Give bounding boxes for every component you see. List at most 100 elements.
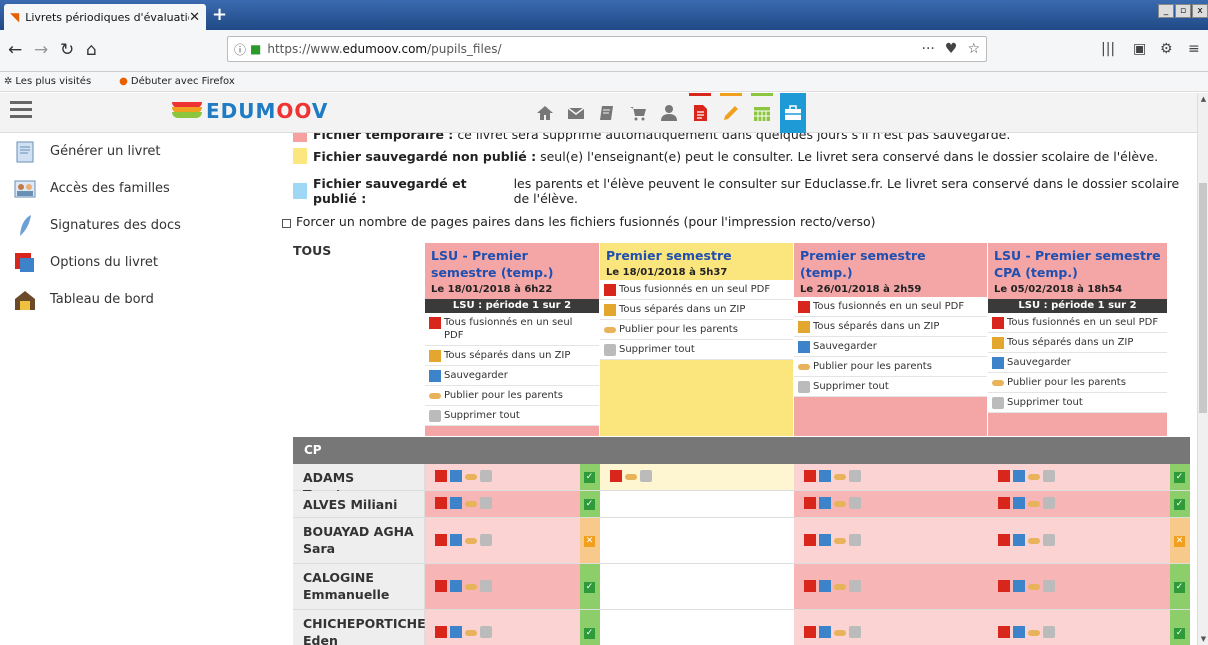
pdf-icon[interactable] [804,533,816,546]
column-title[interactable]: LSU - Premier semestre CPA (temp.) [994,247,1161,281]
publish-icon[interactable] [834,537,846,544]
publish-icon[interactable] [1028,583,1040,590]
nav-cart[interactable] [625,93,651,133]
library-icon[interactable]: ||| [1101,41,1115,57]
delete-icon[interactable] [849,470,861,482]
column-action[interactable]: Tous séparés dans un ZIP [988,333,1167,353]
save-icon[interactable] [450,625,462,638]
nav-mail[interactable] [563,93,589,133]
pdf-icon[interactable] [610,470,622,482]
save-icon[interactable] [1013,533,1025,546]
save-icon[interactable] [819,625,831,638]
delete-icon[interactable] [849,533,861,546]
status-ok-icon[interactable]: ✓ [1174,581,1185,593]
bookmark-most-visited[interactable]: ✲ Les plus visités [4,76,105,87]
delete-icon[interactable] [480,625,492,638]
status-ko-icon[interactable]: ✕ [1174,535,1185,547]
force-even-pages-checkbox[interactable] [282,218,291,228]
status-ok-icon[interactable]: ✓ [584,499,595,510]
status-ok-icon[interactable]: ✓ [1174,627,1185,639]
hamburger-menu-icon[interactable] [10,101,32,119]
publish-icon[interactable] [1028,501,1040,507]
pdf-icon[interactable] [804,470,816,482]
save-icon[interactable] [450,470,462,482]
menu-icon[interactable]: ≡ [1188,41,1200,57]
nav-home[interactable] [532,93,558,133]
pdf-icon[interactable] [435,533,447,546]
column-action[interactable]: Tous fusionnés en un seul PDF [600,280,793,300]
pdf-icon[interactable] [998,533,1010,546]
reload-icon[interactable]: ↻ [60,40,74,60]
sidebar-item-options[interactable]: Options du livret [0,244,270,281]
url-text[interactable]: https://www.edumoov.com/pupils_files/ [267,42,911,56]
save-icon[interactable] [450,533,462,546]
delete-icon[interactable] [480,470,492,482]
status-ko-icon[interactable]: ✕ [584,535,595,547]
tab-close-icon[interactable]: ✕ [189,10,200,25]
minimize-icon[interactable]: _ [1158,4,1174,18]
delete-icon[interactable] [1043,497,1055,509]
column-action[interactable]: Sauvegarder [425,366,599,386]
publish-icon[interactable] [1028,537,1040,544]
student-name[interactable]: ALVES Miliani [293,491,425,517]
save-icon[interactable] [819,579,831,592]
status-ok-icon[interactable]: ✓ [584,472,595,483]
save-icon[interactable] [819,497,831,509]
bookmark-getting-started[interactable]: ● Débuter avec Firefox [119,76,249,87]
url-bar[interactable]: ⓘ ■ https://www.edumoov.com/pupils_files… [227,36,987,62]
page-actions-icon[interactable]: ··· [922,41,935,57]
column-title[interactable]: LSU - Premier semestre (temp.) [431,247,593,281]
column-action[interactable]: Publier pour les parents [600,320,793,340]
column-action[interactable]: Tous fusionnés en un seul PDF [425,313,599,346]
nav-pencil[interactable] [718,93,744,133]
column-action[interactable]: Sauvegarder [988,353,1167,373]
publish-icon[interactable] [834,501,846,507]
delete-icon[interactable] [1043,625,1055,638]
save-icon[interactable] [819,533,831,546]
pdf-icon[interactable] [804,497,816,509]
save-icon[interactable] [1013,497,1025,509]
delete-icon[interactable] [480,579,492,592]
info-icon[interactable]: ⓘ [234,41,246,58]
sidebar-item-dashboard[interactable]: Tableau de bord [0,281,270,318]
student-name[interactable]: CHICHEPORTICHE Eden [293,610,426,645]
nav-notebook[interactable] [594,93,620,133]
column-title[interactable]: Premier semestre (temp.) [800,247,981,281]
sidebar-toggle-icon[interactable]: ▣ [1133,41,1146,57]
home-browser-icon[interactable]: ⌂ [86,40,97,60]
column-action[interactable]: Sauvegarder [794,337,987,357]
close-window-icon[interactable]: x [1192,4,1208,18]
column-action[interactable]: Tous séparés dans un ZIP [425,346,599,366]
column-action[interactable]: Tous fusionnés en un seul PDF [794,297,987,317]
pdf-icon[interactable] [435,625,447,638]
nav-briefcase[interactable] [780,93,806,133]
status-ok-icon[interactable]: ✓ [1174,472,1185,483]
column-action[interactable]: Supprimer tout [794,377,987,397]
save-icon[interactable] [1013,470,1025,482]
publish-icon[interactable] [465,501,477,507]
browser-tab[interactable]: ◥ Livrets périodiques d'évaluations : ✕ [4,4,206,30]
pdf-icon[interactable] [998,625,1010,638]
scroll-down-icon[interactable]: ▼ [1198,635,1208,643]
column-action[interactable]: Supprimer tout [600,340,793,360]
delete-icon[interactable] [849,497,861,509]
nav-calendar[interactable] [749,93,775,133]
edumoov-logo[interactable]: EDUMOOV [172,99,328,123]
status-ok-icon[interactable]: ✓ [1174,499,1185,510]
publish-icon[interactable] [465,629,477,636]
pdf-icon[interactable] [435,579,447,592]
pdf-icon[interactable] [998,579,1010,592]
delete-icon[interactable] [480,533,492,546]
scrollbar[interactable]: ▲ ▼ [1197,93,1208,645]
pdf-icon[interactable] [998,470,1010,482]
student-name[interactable]: CALOGINE Emmanuelle [293,564,425,609]
save-icon[interactable] [1013,625,1025,638]
scrollbar-thumb[interactable] [1199,183,1207,413]
publish-icon[interactable] [1028,629,1040,636]
forward-icon[interactable]: → [34,40,48,60]
publish-icon[interactable] [465,537,477,544]
delete-icon[interactable] [849,625,861,638]
delete-icon[interactable] [849,579,861,592]
delete-icon[interactable] [1043,579,1055,592]
column-action[interactable]: Publier pour les parents [425,386,599,406]
